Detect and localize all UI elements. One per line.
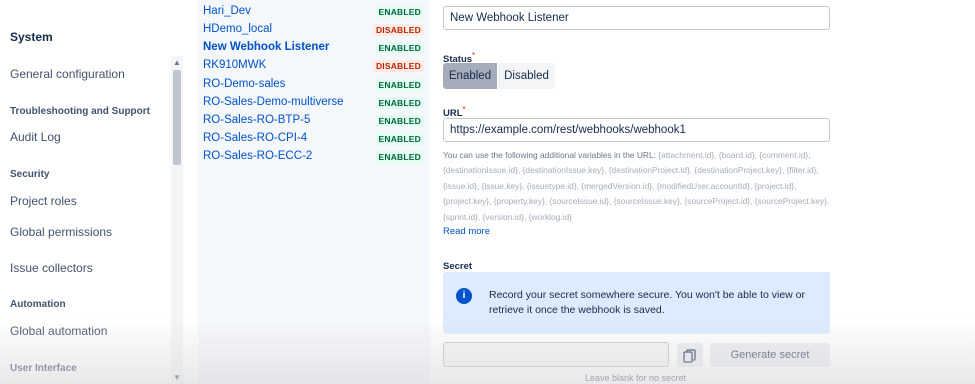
sidebar-item-global-automation[interactable]: Global automation [10, 324, 107, 338]
help-lead-text: You can use the following additional var… [443, 150, 656, 160]
sidebar-heading-automation: Automation [10, 299, 66, 310]
url-field[interactable]: https://example.com/rest/webhooks/webhoo… [443, 118, 830, 142]
status-badge: ENABLED [375, 79, 424, 91]
status-badge: ENABLED [375, 151, 424, 163]
help-variables-text: {attachment.id}, {board.id}, {comment.id… [443, 150, 830, 222]
status-disabled-toggle[interactable]: Disabled [498, 63, 555, 89]
secret-label: Secret [443, 261, 473, 272]
admin-sidebar: System General configuration Troubleshoo… [0, 0, 170, 384]
info-icon: i [456, 288, 472, 304]
status-badge: ENABLED [375, 133, 424, 145]
sidebar-scrollbar[interactable]: ▲ ▼ [171, 56, 183, 384]
status-badge: ENABLED [375, 97, 424, 109]
sidebar-item-global-permissions[interactable]: Global permissions [10, 225, 112, 239]
scrollbar-thumb[interactable] [173, 70, 181, 165]
sidebar-item-project-roles[interactable]: Project roles [10, 194, 77, 208]
copy-icon [683, 349, 696, 363]
webhook-list-item[interactable]: RO-Sales-RO-ECC-2 ENABLED [198, 148, 430, 166]
webhook-name[interactable]: RO-Sales-Demo-multiverse [203, 96, 344, 108]
status-badge: ENABLED [375, 6, 424, 18]
status-badge: DISABLED [372, 24, 424, 36]
webhook-list: Hari_Dev ENABLED HDemo_local DISABLED Ne… [198, 0, 430, 384]
sidebar-heading-user-interface: User Interface [10, 363, 77, 374]
read-more-link[interactable]: Read more [443, 226, 490, 237]
chevron-down-icon[interactable]: ▼ [173, 373, 181, 382]
webhook-list-item[interactable]: HDemo_local DISABLED [198, 21, 430, 39]
webhook-list-item[interactable]: RO-Sales-Demo-multiverse ENABLED [198, 94, 430, 112]
webhook-list-item[interactable]: Hari_Dev ENABLED [198, 3, 430, 21]
sidebar-heading-troubleshooting: Troubleshooting and Support [10, 106, 150, 117]
required-marker: * [462, 105, 466, 114]
secret-info-text: Record your secret somewhere secure. You… [489, 289, 806, 316]
secret-info-panel: i Record your secret somewhere secure. Y… [443, 272, 830, 334]
webhook-name[interactable]: Hari_Dev [203, 5, 251, 17]
webhook-list-item[interactable]: RK910MWK DISABLED [198, 57, 430, 75]
sidebar-system-title: System [10, 30, 53, 44]
sidebar-item-issue-collectors[interactable]: Issue collectors [10, 261, 93, 275]
chevron-up-icon[interactable]: ▲ [173, 58, 181, 67]
sidebar-heading-security: Security [10, 169, 50, 180]
secret-hint: Leave blank for no secret [585, 373, 687, 383]
sidebar-item-general-configuration[interactable]: General configuration [10, 67, 125, 81]
webhook-name[interactable]: RO-Demo-sales [203, 78, 285, 90]
url-variables-help: You can use the following additional var… [443, 148, 833, 225]
webhook-name[interactable]: RO-Sales-RO-CPI-4 [203, 132, 307, 144]
webhook-name[interactable]: RK910MWK [203, 59, 266, 71]
webhook-name[interactable]: HDemo_local [203, 23, 272, 35]
status-badge: DISABLED [372, 60, 424, 72]
webhook-name[interactable]: RO-Sales-RO-ECC-2 [203, 150, 312, 162]
sidebar-item-audit-log[interactable]: Audit Log [10, 130, 61, 144]
webhook-name[interactable]: RO-Sales-RO-BTP-5 [203, 114, 310, 126]
copy-secret-button[interactable] [677, 343, 703, 367]
secret-input[interactable] [443, 342, 669, 367]
webhook-name-field[interactable]: New Webhook Listener [443, 6, 830, 30]
webhook-list-item[interactable]: RO-Sales-RO-CPI-4 ENABLED [198, 130, 430, 148]
generate-secret-button[interactable]: Generate secret [710, 343, 830, 367]
webhook-list-item[interactable]: RO-Demo-sales ENABLED [198, 76, 430, 94]
status-enabled-toggle[interactable]: Enabled [443, 63, 497, 89]
webhook-list-item-selected[interactable]: New Webhook Listener ENABLED [198, 39, 430, 57]
status-badge: ENABLED [375, 115, 424, 127]
webhook-name[interactable]: New Webhook Listener [203, 41, 329, 53]
webhook-list-item[interactable]: RO-Sales-RO-BTP-5 ENABLED [198, 112, 430, 130]
status-badge: ENABLED [375, 42, 424, 54]
required-marker: * [472, 51, 476, 60]
